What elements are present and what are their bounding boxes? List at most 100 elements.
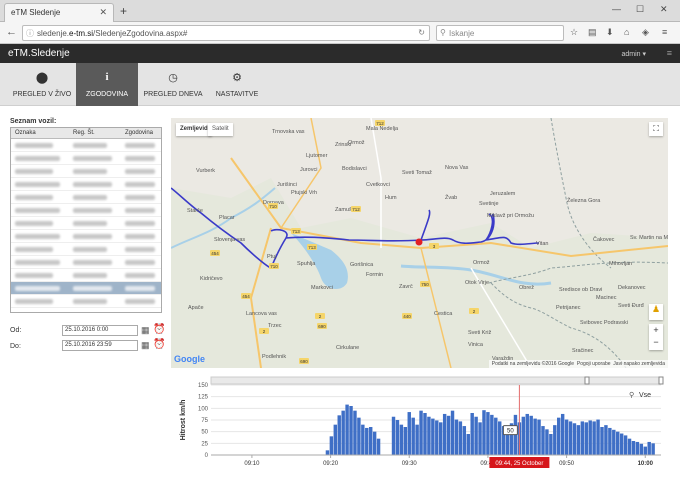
speed-bar[interactable] xyxy=(596,419,600,455)
speed-bar[interactable] xyxy=(486,412,490,455)
new-tab-icon[interactable]: + xyxy=(120,4,127,18)
maximize-icon[interactable]: ☐ xyxy=(636,4,644,15)
speed-bar[interactable] xyxy=(431,418,435,455)
to-date-input[interactable]: 25.10.2016 23:59 xyxy=(62,340,138,351)
report-error-link[interactable]: Javi napako zemljevida xyxy=(613,361,665,367)
speed-bar[interactable] xyxy=(458,421,463,455)
map-type-satellite[interactable]: Satelit xyxy=(208,123,233,136)
speed-bar[interactable] xyxy=(415,424,419,455)
vehicle-row[interactable] xyxy=(11,269,161,282)
speed-bar[interactable] xyxy=(478,422,482,455)
speed-bar[interactable] xyxy=(545,429,549,455)
hamburger-menu-icon[interactable]: ≡ xyxy=(662,27,667,37)
speed-bar[interactable] xyxy=(349,406,353,455)
speed-bar[interactable] xyxy=(553,425,557,455)
vehicle-row[interactable] xyxy=(11,217,161,230)
speed-bar[interactable] xyxy=(482,410,486,455)
speed-bar[interactable] xyxy=(498,421,502,455)
speed-bar[interactable] xyxy=(368,427,373,455)
menu-item-pregled-dneva[interactable]: ◷ PREGLED DNEVA xyxy=(140,63,206,106)
speed-bar[interactable] xyxy=(403,427,408,455)
speed-bar[interactable] xyxy=(639,443,644,455)
speed-bar[interactable] xyxy=(376,438,381,455)
speed-bar[interactable] xyxy=(647,441,651,455)
speed-bar[interactable] xyxy=(564,419,569,455)
speed-bar[interactable] xyxy=(592,421,596,455)
speed-bar[interactable] xyxy=(616,431,620,455)
speed-bar[interactable] xyxy=(372,431,377,455)
zoom-in-button[interactable]: + xyxy=(649,324,663,336)
speed-chart-canvas[interactable]: 025507510012515009:10 09:20 09:30 09:40 09:5… xyxy=(171,375,668,475)
home-icon[interactable]: ⌂ xyxy=(624,27,629,37)
speed-bar[interactable] xyxy=(446,415,451,455)
back-icon[interactable]: ← xyxy=(6,26,17,38)
speed-bar[interactable] xyxy=(584,422,588,455)
vehicle-row[interactable] xyxy=(11,152,161,165)
col-reg[interactable]: Reg. Št. xyxy=(73,130,95,136)
speed-bar[interactable] xyxy=(462,426,467,455)
speed-bar[interactable] xyxy=(427,416,431,455)
map-type-roadmap[interactable]: Zemljevid xyxy=(176,123,212,136)
vehicle-row[interactable] xyxy=(11,178,161,191)
vehicle-row[interactable] xyxy=(11,243,161,256)
speed-bar[interactable] xyxy=(572,423,577,455)
speed-bar[interactable] xyxy=(549,434,553,455)
speed-bar[interactable] xyxy=(560,413,565,455)
fullscreen-icon[interactable]: ⛶ xyxy=(649,122,663,136)
download-icon[interactable]: ⬇ xyxy=(606,27,614,38)
vehicle-row[interactable] xyxy=(11,204,161,217)
speed-bar[interactable] xyxy=(435,420,439,455)
speed-bar[interactable] xyxy=(474,416,478,455)
speed-bar[interactable] xyxy=(442,413,447,455)
calendar-icon[interactable]: ▦ xyxy=(141,340,150,351)
speed-bar[interactable] xyxy=(631,441,636,455)
speed-bar[interactable] xyxy=(329,436,334,455)
vehicle-row[interactable] xyxy=(11,191,161,204)
reload-icon[interactable]: ↻ xyxy=(418,28,425,37)
search-input[interactable]: ⚲ Iskanje xyxy=(436,25,564,41)
speed-bar[interactable] xyxy=(345,404,349,455)
info-circle-icon[interactable]: ⓘ xyxy=(26,28,34,39)
speed-bar[interactable] xyxy=(643,446,647,455)
speed-bar[interactable] xyxy=(337,415,341,455)
terms-link[interactable]: Pogoji uporabe xyxy=(577,361,611,367)
speed-bar[interactable] xyxy=(505,434,510,455)
speed-bar[interactable] xyxy=(357,417,361,455)
minimize-icon[interactable]: — xyxy=(612,4,621,14)
menu-toggle-icon[interactable]: ≡ xyxy=(667,48,672,58)
speed-bar[interactable] xyxy=(608,427,612,455)
map[interactable]: KungotaTrnovska vasMala NedeljaOrmožZrin… xyxy=(171,118,668,368)
street-view-pegman-icon[interactable]: ♟ xyxy=(649,304,663,320)
vehicle-row[interactable] xyxy=(11,256,161,269)
close-tab-icon[interactable]: ✕ xyxy=(99,7,107,18)
speed-bar[interactable] xyxy=(537,419,541,455)
vehicle-row[interactable] xyxy=(11,295,161,308)
app-title[interactable]: eTM.Sledenje xyxy=(8,48,70,59)
speed-bar[interactable] xyxy=(395,420,400,455)
speed-bar[interactable] xyxy=(635,441,640,455)
speed-bar[interactable] xyxy=(407,412,411,455)
menu-item-zgodovina[interactable]: i ZGODOVINA xyxy=(76,63,138,106)
speed-bar[interactable] xyxy=(466,434,470,455)
speed-bar[interactable] xyxy=(529,415,533,455)
range-handle-right[interactable] xyxy=(658,376,664,385)
pocket-icon[interactable]: ◈ xyxy=(642,27,649,38)
speed-bar[interactable] xyxy=(333,424,338,455)
speed-bar[interactable] xyxy=(361,424,365,455)
speed-bar[interactable] xyxy=(533,418,537,455)
range-handle-left[interactable] xyxy=(584,376,590,385)
speed-bar[interactable] xyxy=(525,413,529,455)
speed-bar[interactable] xyxy=(541,426,545,455)
vehicle-row[interactable] xyxy=(11,139,161,152)
speed-bar[interactable] xyxy=(353,410,357,455)
speed-bar[interactable] xyxy=(411,417,415,455)
speed-bar[interactable] xyxy=(612,429,616,455)
speed-bar[interactable] xyxy=(365,427,369,455)
speed-bar[interactable] xyxy=(454,419,459,455)
alarm-clock-icon[interactable]: ⏰ xyxy=(153,339,165,350)
menu-item-nastavitve[interactable]: ⚙ NASTAVITVE xyxy=(208,63,266,106)
zoom-out-button[interactable]: − xyxy=(649,336,663,348)
speed-bar[interactable] xyxy=(470,413,474,455)
speed-bar[interactable] xyxy=(604,425,608,455)
menu-item-pregled-v-zivo[interactable]: ⬤ PREGLED V ŽIVO xyxy=(8,63,76,106)
